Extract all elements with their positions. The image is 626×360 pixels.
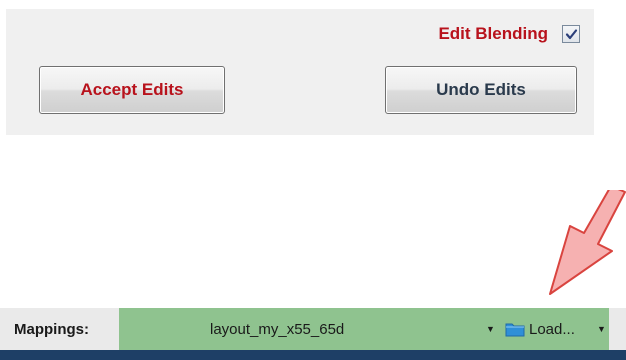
- edit-blending-checkbox[interactable]: [562, 25, 580, 43]
- mappings-combo[interactable]: layout_my_x55_65d ▼ Load... ▼: [119, 308, 609, 350]
- edit-panel: Edit Blending Accept Edits Undo Edits: [6, 9, 594, 135]
- folder-icon: [505, 323, 525, 337]
- bottom-strip: [0, 350, 626, 360]
- mapping-dropdown-arrow-icon[interactable]: ▼: [486, 308, 495, 350]
- accept-edits-button[interactable]: Accept Edits: [39, 66, 225, 114]
- edit-blending-label: Edit Blending: [438, 24, 548, 43]
- undo-edits-button[interactable]: Undo Edits: [385, 66, 577, 114]
- pointer-arrow-icon: [549, 190, 626, 295]
- mappings-label: Mappings:: [14, 320, 89, 338]
- checkmark-icon: [565, 28, 577, 39]
- load-dropdown-arrow-icon[interactable]: ▼: [597, 308, 606, 350]
- edit-blending-row[interactable]: Edit Blending: [438, 23, 580, 45]
- load-label: Load...: [529, 320, 575, 338]
- mapping-select-value[interactable]: layout_my_x55_65d: [210, 308, 344, 350]
- load-button[interactable]: Load...: [505, 308, 575, 350]
